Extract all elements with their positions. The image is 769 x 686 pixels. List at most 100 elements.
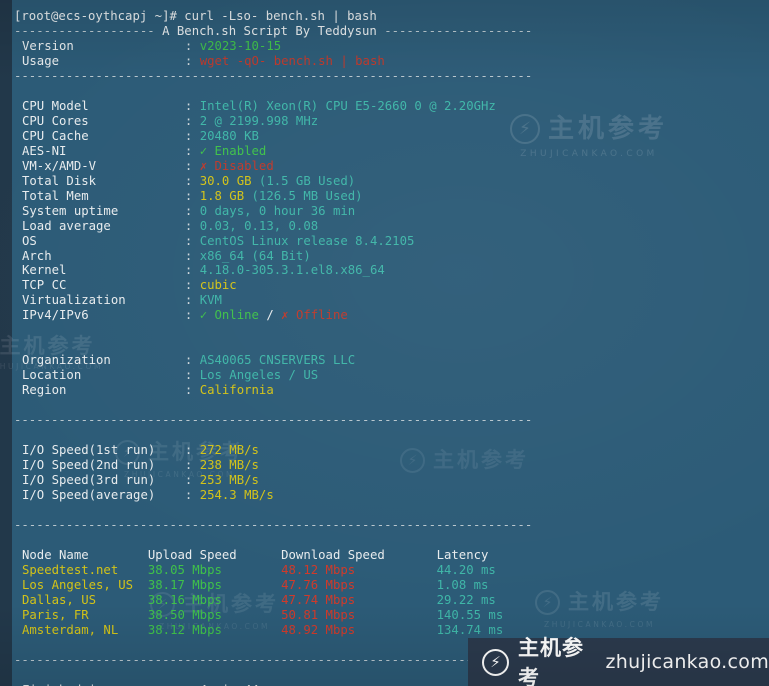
terminal-line: Virtualization : KVM bbox=[22, 293, 222, 308]
info-label: Total Disk bbox=[22, 173, 185, 188]
info-label: VM-x/AMD-V bbox=[22, 158, 185, 173]
info-label: CPU Model bbox=[22, 98, 185, 113]
ipv6-status: ✗ Offline bbox=[281, 308, 348, 323]
terminal-line: Amsterdam, NL 38.12 Mbps 48.92 Mbps 134.… bbox=[0, 623, 769, 638]
terminal-line: CPU Cache : 20480 KB bbox=[22, 128, 259, 143]
terminal-line: Load average : 0.03, 0.13, 0.08 bbox=[22, 218, 319, 233]
shell-command: curl -Lso- bench.sh | bash bbox=[184, 9, 377, 23]
info-value: 4.18.0-305.3.1.el8.x86_64 bbox=[199, 263, 385, 278]
terminal-line: CPU Model : Intel(R) Xeon(R) CPU E5-2660… bbox=[22, 98, 496, 113]
speedtest-latency: 134.74 ms bbox=[436, 622, 504, 637]
terminal-line: Paris, FR 38.50 Mbps 50.81 Mbps 140.55 m… bbox=[0, 608, 769, 623]
info-label: Organization bbox=[22, 353, 185, 368]
info-label: IPv4/IPv6 bbox=[22, 308, 185, 323]
io-value: 253 MB/s bbox=[199, 473, 259, 488]
terminal-line: Location : Los Angeles / US bbox=[22, 368, 319, 383]
banner-dash-left: ------------------- bbox=[14, 23, 155, 38]
separator-rule: ----------------------------------------… bbox=[14, 517, 533, 532]
speedtest-node: Los Angeles, US bbox=[22, 577, 148, 592]
terminal-line: Total Mem : 1.8 GB (126.5 MB Used) bbox=[22, 188, 363, 203]
speedtest-upload: 38.50 Mbps bbox=[147, 607, 282, 622]
terminal-line: System uptime : 0 days, 0 hour 36 min bbox=[22, 203, 356, 218]
status-mark-icon: ✗ bbox=[199, 158, 208, 173]
speedtest-download: 48.12 Mbps bbox=[281, 562, 437, 577]
terminal-line: Usage : wget -qO- bench.sh | bash bbox=[22, 53, 385, 68]
terminal-line: ----------------------------------------… bbox=[0, 413, 769, 428]
info-extra: (126.5 MB Used) bbox=[244, 188, 363, 203]
summary-label: Finished in bbox=[22, 683, 185, 686]
info-value: wget -qO- bench.sh | bash bbox=[199, 53, 385, 68]
terminal-line: TCP CC : cubic bbox=[22, 278, 237, 293]
badge-cn-text: 主机参考 bbox=[518, 636, 584, 686]
shell-prompt: [root@ecs-oythcapj ~]# bbox=[14, 9, 177, 23]
info-label: OS bbox=[22, 233, 185, 248]
speedtest-node: Amsterdam, NL bbox=[22, 622, 148, 637]
terminal-line: Organization : AS40065 CNSERVERS LLC bbox=[22, 353, 356, 368]
info-value: 2 @ 2199.998 MHz bbox=[199, 113, 319, 128]
info-label: CPU Cores bbox=[22, 113, 185, 128]
info-value: Enabled bbox=[207, 143, 267, 158]
terminal-screen: ⚡ 主机参考 ZHUJICANKAO.COM 主机参考 ZHUJICANKAO.… bbox=[0, 0, 769, 686]
terminal-line: ----------------------------------------… bbox=[0, 518, 769, 533]
info-label: Location bbox=[22, 368, 185, 383]
terminal-line: OS : CentOS Linux release 8.4.2105 bbox=[22, 233, 415, 248]
terminal-line: I/O Speed(average) : 254.3 MB/s bbox=[22, 488, 274, 502]
terminal-line: Los Angeles, US 38.17 Mbps 47.76 Mbps 1.… bbox=[0, 578, 769, 593]
badge-logo-icon: ⚡ bbox=[482, 648, 509, 676]
speedtest-node: Paris, FR bbox=[22, 607, 148, 622]
site-badge: ⚡ 主机参考 zhujicankao.com bbox=[468, 636, 769, 686]
terminal-line: I/O Speed(2nd run) : 238 MB/s bbox=[22, 458, 259, 473]
info-label: Total Mem bbox=[22, 188, 185, 203]
terminal-line: Region : California bbox=[22, 383, 274, 398]
info-label: Region bbox=[22, 383, 185, 398]
io-label: I/O Speed(3rd run) bbox=[22, 473, 185, 488]
info-value: 20480 KB bbox=[199, 128, 259, 143]
terminal-line: Version : v2023-10-15 bbox=[22, 38, 282, 53]
terminal-line: CPU Cores : 2 @ 2199.998 MHz bbox=[22, 113, 319, 128]
terminal-line: Kernel : 4.18.0-305.3.1.el8.x86_64 bbox=[22, 263, 385, 278]
terminal-line: I/O Speed(3rd run) : 253 MB/s bbox=[22, 473, 259, 488]
info-value: cubic bbox=[199, 278, 237, 293]
speedtest-latency: 1.08 ms bbox=[436, 577, 489, 592]
info-value: v2023-10-15 bbox=[199, 38, 282, 53]
separator-rule: ----------------------------------------… bbox=[14, 652, 533, 667]
summary-value: 4 min 44 sec bbox=[200, 683, 289, 686]
speedtest-upload: 38.05 Mbps bbox=[147, 562, 282, 577]
info-label: Version bbox=[22, 38, 185, 53]
separator-rule: ----------------------------------------… bbox=[14, 68, 533, 83]
info-value: 0.03, 0.13, 0.08 bbox=[199, 218, 319, 233]
terminal-line: I/O Speed(1st run) : 272 MB/s bbox=[22, 443, 259, 458]
info-extra: (1.5 GB Used) bbox=[251, 173, 356, 188]
info-value: California bbox=[199, 383, 274, 398]
io-label: I/O Speed(average) bbox=[22, 488, 185, 502]
terminal-line: Arch : x86_64 (64 Bit) bbox=[22, 248, 311, 263]
terminal-output[interactable]: [root@ecs-oythcapj ~]# curl -Lso- bench.… bbox=[0, 0, 769, 686]
speedtest-node: Dallas, US bbox=[22, 592, 148, 607]
speedtest-download: 47.76 Mbps bbox=[281, 577, 437, 592]
ipv4-status: ✓ Online bbox=[199, 308, 259, 323]
terminal-line: Dallas, US 38.16 Mbps 47.74 Mbps 29.22 m… bbox=[0, 593, 769, 608]
info-value: AS40065 CNSERVERS LLC bbox=[199, 353, 356, 368]
info-value: 30.0 GB bbox=[199, 173, 252, 188]
io-label: I/O Speed(2nd run) bbox=[22, 458, 185, 473]
info-label: Usage bbox=[22, 53, 185, 68]
speedtest-download: 47.74 Mbps bbox=[281, 592, 437, 607]
terminal-line: IPv4/IPv6 : ✓ Online / ✗ Offline bbox=[22, 308, 348, 323]
badge-en-text: zhujicankao.com bbox=[605, 651, 769, 673]
banner-title: A Bench.sh Script By Teddysun bbox=[162, 23, 377, 38]
speedtest-download: 48.92 Mbps bbox=[281, 622, 437, 637]
info-value: Intel(R) Xeon(R) CPU E5-2660 0 @ 2.20GHz bbox=[199, 98, 496, 113]
speedtest-latency: 44.20 ms bbox=[436, 562, 496, 577]
terminal-line: VM-x/AMD-V : ✗ Disabled bbox=[22, 158, 274, 173]
info-value: Los Angeles / US bbox=[199, 368, 319, 383]
speedtest-latency: 29.22 ms bbox=[436, 592, 496, 607]
terminal-line: [root@ecs-oythcapj ~]# curl -Lso- bench.… bbox=[0, 9, 769, 24]
info-label: TCP CC bbox=[22, 278, 185, 293]
